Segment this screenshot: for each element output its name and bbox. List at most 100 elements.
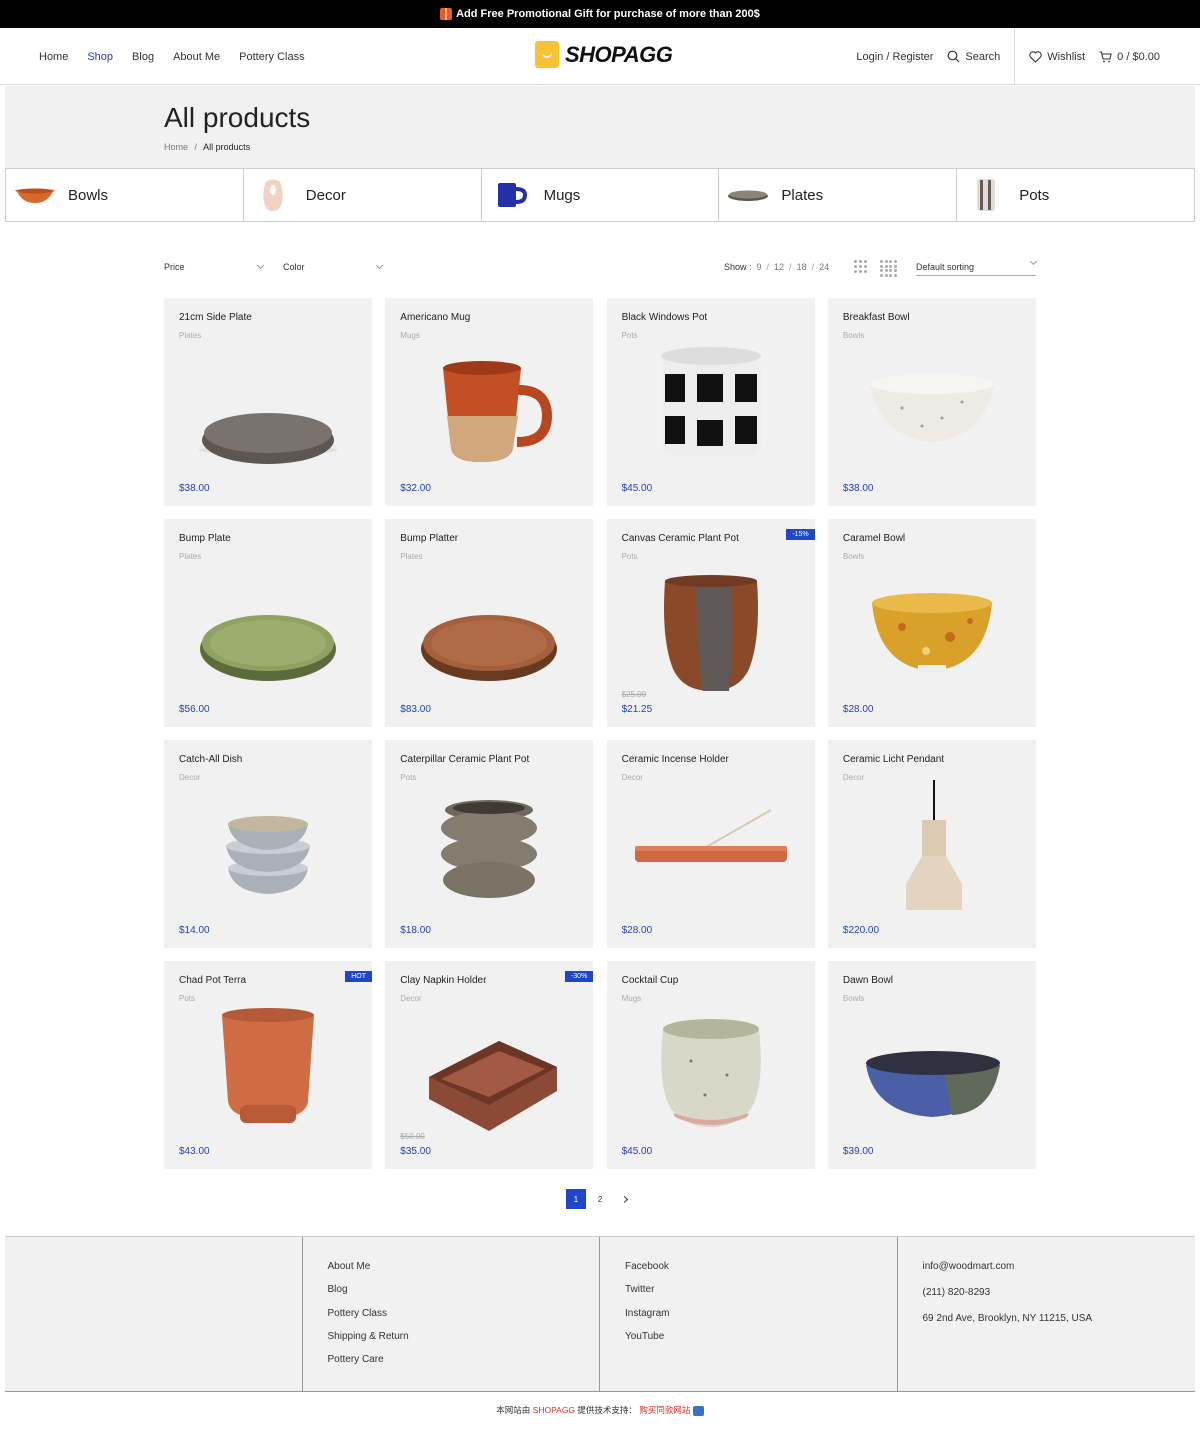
grid-3-columns-icon[interactable] (854, 260, 867, 273)
product-name[interactable]: Black Windows Pot (622, 312, 708, 323)
product-image[interactable] (631, 338, 791, 478)
footer-link-pottery-care[interactable]: Pottery Care (328, 1354, 600, 1377)
product-card[interactable]: Americano Mug Mugs $32.00 (385, 298, 594, 506)
product-card[interactable]: Caramel Bowl Bowls $28.00 (827, 519, 1036, 727)
show-option-24[interactable]: 24 (819, 262, 829, 272)
grid-4-columns-icon[interactable] (880, 260, 897, 277)
cart-total: 0 / $0.00 (1117, 50, 1160, 63)
product-price: $45.00 (621, 1146, 653, 1157)
product-card[interactable]: Black Windows Pot Pots $45.00 (606, 298, 815, 506)
footer-link-facebook[interactable]: Facebook (625, 1261, 897, 1284)
product-image[interactable] (409, 780, 569, 920)
product-image[interactable] (852, 780, 1012, 920)
product-image[interactable] (852, 338, 1012, 478)
arrow-right-icon (692, 1405, 704, 1416)
price-filter[interactable]: Price (164, 261, 265, 272)
copyright-middle: 提供技术支持： (577, 1405, 637, 1415)
nav-pottery-class[interactable]: Pottery Class (239, 51, 304, 63)
product-card[interactable]: Dawn Bowl Bowls $39.00 (827, 961, 1036, 1169)
category-mugs[interactable]: Mugs (481, 169, 720, 221)
product-name[interactable]: Ceramic Licht Pendant (843, 754, 944, 765)
product-card[interactable]: Ceramic Licht Pendant Decor $220.00 (827, 740, 1036, 948)
show-option-12[interactable]: 12 (774, 262, 784, 272)
product-card[interactable]: Cocktail Cup Mugs $45.00 (606, 961, 815, 1169)
product-price: $43.00 (179, 1146, 210, 1157)
category-label: Bowls (68, 186, 109, 204)
breadcrumb: Home / All products (164, 142, 250, 152)
search-label: Search (965, 50, 1001, 63)
footer-link-pottery-class[interactable]: Pottery Class (328, 1308, 600, 1331)
product-card[interactable]: Ceramic Incense Holder Decor $28.00 (606, 740, 815, 948)
product-image[interactable] (852, 559, 1012, 699)
product-image[interactable] (409, 338, 569, 478)
color-filter[interactable]: Color (283, 261, 384, 272)
next-page-button[interactable] (614, 1189, 634, 1209)
product-name[interactable]: Catch-All Dish (179, 754, 242, 765)
sort-value: Default sorting (916, 262, 975, 272)
product-image[interactable] (409, 559, 569, 699)
product-card[interactable]: Chad Pot Terra Pots HOT $43.00 (164, 961, 372, 1169)
footer-link-instagram[interactable]: Instagram (625, 1308, 897, 1331)
product-image[interactable] (409, 1001, 569, 1141)
product-name[interactable]: Bump Platter (400, 533, 458, 544)
product-image[interactable] (631, 780, 791, 920)
product-name[interactable]: Canvas Ceramic Plant Pot (622, 533, 739, 544)
nav-shop[interactable]: Shop (87, 51, 113, 63)
product-name[interactable]: Bump Plate (179, 533, 231, 544)
copyright-buy-link[interactable]: 购买同款网站 (639, 1405, 690, 1415)
category-bowls[interactable]: Bowls (6, 169, 244, 221)
page-2-button[interactable]: 2 (590, 1189, 610, 1209)
contact-email[interactable]: info@woodmart.com (923, 1261, 1196, 1287)
product-card[interactable]: Catch-All Dish Decor $14.00 (164, 740, 372, 948)
product-name[interactable]: Breakfast Bowl (843, 312, 910, 323)
site-logo[interactable]: SHOPAGG (535, 41, 673, 68)
product-price: $28.00 (621, 925, 653, 936)
product-image[interactable] (188, 1001, 348, 1141)
product-image[interactable] (631, 559, 791, 699)
product-image[interactable] (852, 1001, 1012, 1141)
product-image[interactable] (188, 780, 348, 920)
category-plates[interactable]: Plates (719, 169, 958, 221)
product-card[interactable]: Bump Plate Plates $56.00 (164, 519, 372, 727)
product-card[interactable]: Breakfast Bowl Bowls $38.00 (827, 298, 1036, 506)
footer-link-twitter[interactable]: Twitter (625, 1284, 897, 1307)
product-card[interactable]: Canvas Ceramic Plant Pot Pots -15% $25.0… (606, 519, 815, 727)
sort-select[interactable]: Default sorting (916, 257, 1038, 276)
product-name[interactable]: Caramel Bowl (843, 533, 905, 544)
nav-home[interactable]: Home (39, 51, 68, 63)
footer-link-shipping-return[interactable]: Shipping & Return (328, 1331, 600, 1354)
page-1-button[interactable]: 1 (566, 1189, 586, 1209)
footer-link-youtube[interactable]: YouTube (625, 1331, 897, 1354)
breadcrumb-home[interactable]: Home (164, 142, 188, 152)
cart-link[interactable]: 0 / $0.00 (1099, 51, 1160, 63)
search-button[interactable]: Search (947, 50, 1000, 63)
product-card[interactable]: Clay Napkin Holder Decor -30% $50.00 $35… (385, 961, 594, 1169)
product-name[interactable]: Ceramic Incense Holder (622, 754, 729, 765)
product-name[interactable]: Dawn Bowl (843, 975, 893, 986)
nav-blog[interactable]: Blog (132, 51, 154, 63)
product-name[interactable]: Clay Napkin Holder (400, 975, 486, 986)
category-decor[interactable]: Decor (243, 169, 482, 221)
product-card[interactable]: Caterpillar Ceramic Plant Pot Pots $18.0… (385, 740, 594, 948)
show-option-18[interactable]: 18 (797, 262, 807, 272)
login-register-link[interactable]: Login / Register (856, 51, 933, 63)
product-name[interactable]: Chad Pot Terra (179, 975, 246, 986)
product-name[interactable]: Cocktail Cup (622, 975, 679, 986)
show-option-9[interactable]: 9 (757, 262, 762, 272)
footer-link-blog[interactable]: Blog (328, 1284, 600, 1307)
category-pots[interactable]: Pots (957, 169, 1194, 221)
product-name[interactable]: Caterpillar Ceramic Plant Pot (400, 754, 529, 765)
product-image[interactable] (631, 1001, 791, 1141)
footer-contact: info@woodmart.com (211) 820-8293 69 2nd … (898, 1237, 1196, 1392)
product-image[interactable] (188, 338, 348, 478)
product-name[interactable]: 21cm Side Plate (179, 312, 252, 323)
product-image[interactable] (188, 559, 348, 699)
product-name[interactable]: Americano Mug (400, 312, 470, 323)
product-card[interactable]: Bump Platter Plates $83.00 (385, 519, 594, 727)
nav-about-me[interactable]: About Me (173, 51, 220, 63)
copyright-brand-link[interactable]: SHOPAGG (533, 1405, 575, 1415)
wishlist-link[interactable]: Wishlist (1029, 51, 1085, 63)
price-filter-label: Price (164, 262, 185, 272)
footer-link-about-me[interactable]: About Me (328, 1261, 600, 1284)
product-card[interactable]: 21cm Side Plate Plates $38.00 (164, 298, 372, 506)
